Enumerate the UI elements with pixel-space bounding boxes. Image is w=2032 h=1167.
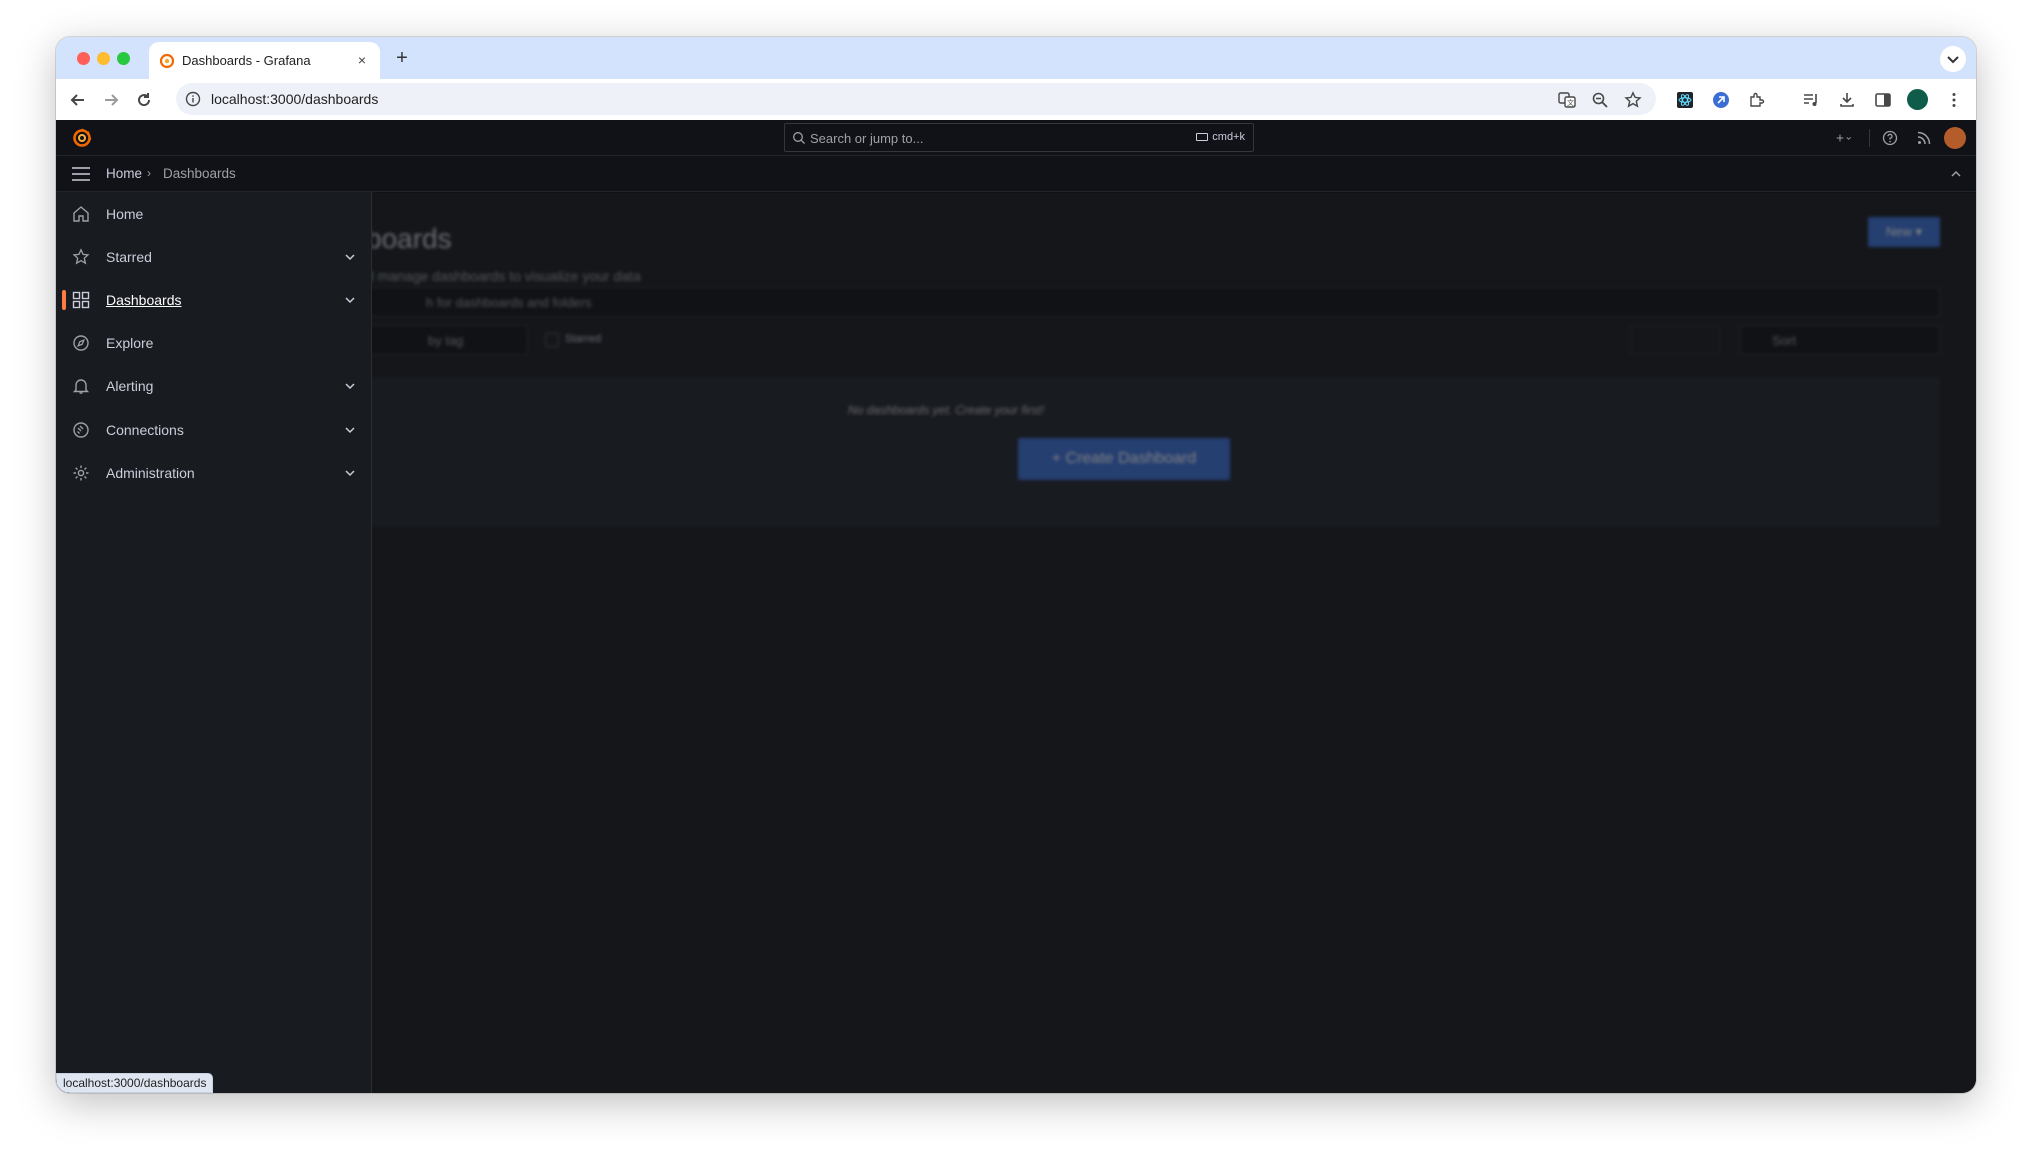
sidebar-item-label: Starred	[106, 249, 152, 265]
breadcrumb-bar: Home › Dashboards	[56, 156, 1976, 192]
arrow-left-icon	[70, 94, 84, 106]
tab-close-icon[interactable]: ×	[353, 51, 371, 69]
sidebar-item-alerting[interactable]: Alerting	[56, 366, 372, 406]
tab-title: Dashboards - Grafana	[182, 53, 311, 68]
sidebar-item-label: Alerting	[106, 378, 154, 394]
star-icon	[72, 248, 90, 265]
bookmark-star-icon[interactable]	[1624, 91, 1642, 109]
tab-strip: Dashboards - Grafana × +	[56, 37, 1976, 79]
sidebar-item-dashboards[interactable]: Dashboards	[56, 280, 372, 320]
chevron-down-icon	[1947, 56, 1959, 64]
chevron-up-icon[interactable]	[1948, 166, 1964, 182]
grafana-logo-icon[interactable]	[72, 128, 92, 148]
sidebar-item-label: Dashboards	[106, 292, 182, 308]
browser-toolbar: localhost:3000/dashboards 文	[56, 79, 1976, 120]
cog-icon	[73, 465, 89, 481]
search-placeholder: Search or jump to...	[810, 131, 924, 146]
profile-avatar[interactable]	[1907, 89, 1928, 110]
sidebar-item-label: Explore	[106, 335, 154, 351]
kebab-menu-icon[interactable]	[1945, 91, 1963, 109]
breadcrumb-current: Dashboards	[163, 166, 236, 181]
active-indicator	[62, 290, 66, 310]
arrow-right-icon	[105, 94, 119, 106]
sidebar-item-explore[interactable]: Explore	[56, 323, 372, 363]
breadcrumb-separator: ›	[147, 166, 151, 180]
search-icon	[793, 132, 805, 144]
compass-icon	[73, 335, 89, 351]
minimize-window-button[interactable]	[97, 52, 110, 65]
reload-button[interactable]	[131, 87, 157, 113]
new-tab-button[interactable]: +	[390, 47, 414, 71]
sidebar-item-administration[interactable]: Administration	[56, 453, 372, 493]
sidebar-item-label: Connections	[106, 422, 184, 438]
sidebar-item-home[interactable]: Home	[56, 194, 372, 234]
grafana-top-bar: Search or jump to... cmd+k	[56, 120, 1976, 156]
reload-icon	[138, 93, 151, 107]
browser-tab[interactable]: Dashboards - Grafana ×	[149, 42, 380, 79]
chevron-down-icon[interactable]	[344, 424, 356, 436]
grafana-app: Search or jump to... cmd+k Home › Dashbo…	[56, 120, 1976, 1093]
extensions-puzzle-icon[interactable]	[1748, 91, 1766, 109]
sidebar-item-starred[interactable]: Starred	[56, 237, 372, 277]
media-controls-icon[interactable]	[1802, 91, 1820, 109]
address-bar[interactable]: localhost:3000/dashboards 文	[176, 83, 1656, 115]
site-info-icon[interactable]	[185, 91, 201, 107]
download-icon[interactable]	[1838, 91, 1856, 109]
keyboard-icon	[1196, 133, 1209, 142]
sidebar-item-connections[interactable]: Connections	[56, 410, 372, 450]
translate-icon[interactable]: 文	[1558, 91, 1576, 109]
plug-icon	[73, 422, 89, 438]
breadcrumb-home[interactable]: Home	[106, 166, 142, 181]
side-panel-icon[interactable]	[1874, 91, 1892, 109]
back-button[interactable]	[65, 87, 91, 113]
grafana-favicon-icon	[159, 53, 175, 69]
bell-icon	[72, 379, 90, 394]
search-shortcut: cmd+k	[1196, 131, 1245, 143]
sidebar-item-label: Home	[106, 206, 144, 222]
sidebar-item-label: Administration	[106, 465, 195, 481]
zoom-icon[interactable]	[1591, 91, 1609, 109]
home-icon	[73, 206, 89, 222]
browser-window: Dashboards - Grafana × + localhost:3000/…	[56, 37, 1976, 1093]
apps-icon	[72, 291, 90, 309]
react-devtools-extension-icon[interactable]	[1676, 91, 1694, 109]
chevron-down-icon[interactable]	[344, 294, 356, 306]
search-shortcut-text: cmd+k	[1212, 131, 1245, 143]
news-rss-icon[interactable]	[1916, 130, 1932, 146]
close-window-button[interactable]	[77, 52, 90, 65]
forward-button[interactable]	[98, 87, 124, 113]
maximize-window-button[interactable]	[117, 52, 130, 65]
user-avatar[interactable]	[1944, 127, 1966, 149]
help-icon[interactable]	[1882, 130, 1898, 146]
nav-sidebar: Home Starred Dashboards Explore Alerting	[56, 192, 372, 1093]
add-new-icon[interactable]	[1836, 130, 1852, 146]
grafana-search-bar[interactable]: Search or jump to... cmd+k	[784, 123, 1254, 152]
extension-circle-icon[interactable]	[1712, 91, 1730, 109]
chevron-down-icon[interactable]	[344, 380, 356, 392]
link-status-bubble: localhost:3000/dashboards	[56, 1073, 214, 1093]
tab-search-button[interactable]	[1940, 46, 1966, 72]
chevron-down-icon[interactable]	[344, 467, 356, 479]
menu-hamburger-icon[interactable]	[72, 167, 90, 181]
top-bar-divider	[1869, 129, 1870, 147]
svg-text:文: 文	[1567, 98, 1574, 107]
url-text[interactable]: localhost:3000/dashboards	[211, 91, 378, 107]
chevron-down-icon[interactable]	[344, 251, 356, 263]
